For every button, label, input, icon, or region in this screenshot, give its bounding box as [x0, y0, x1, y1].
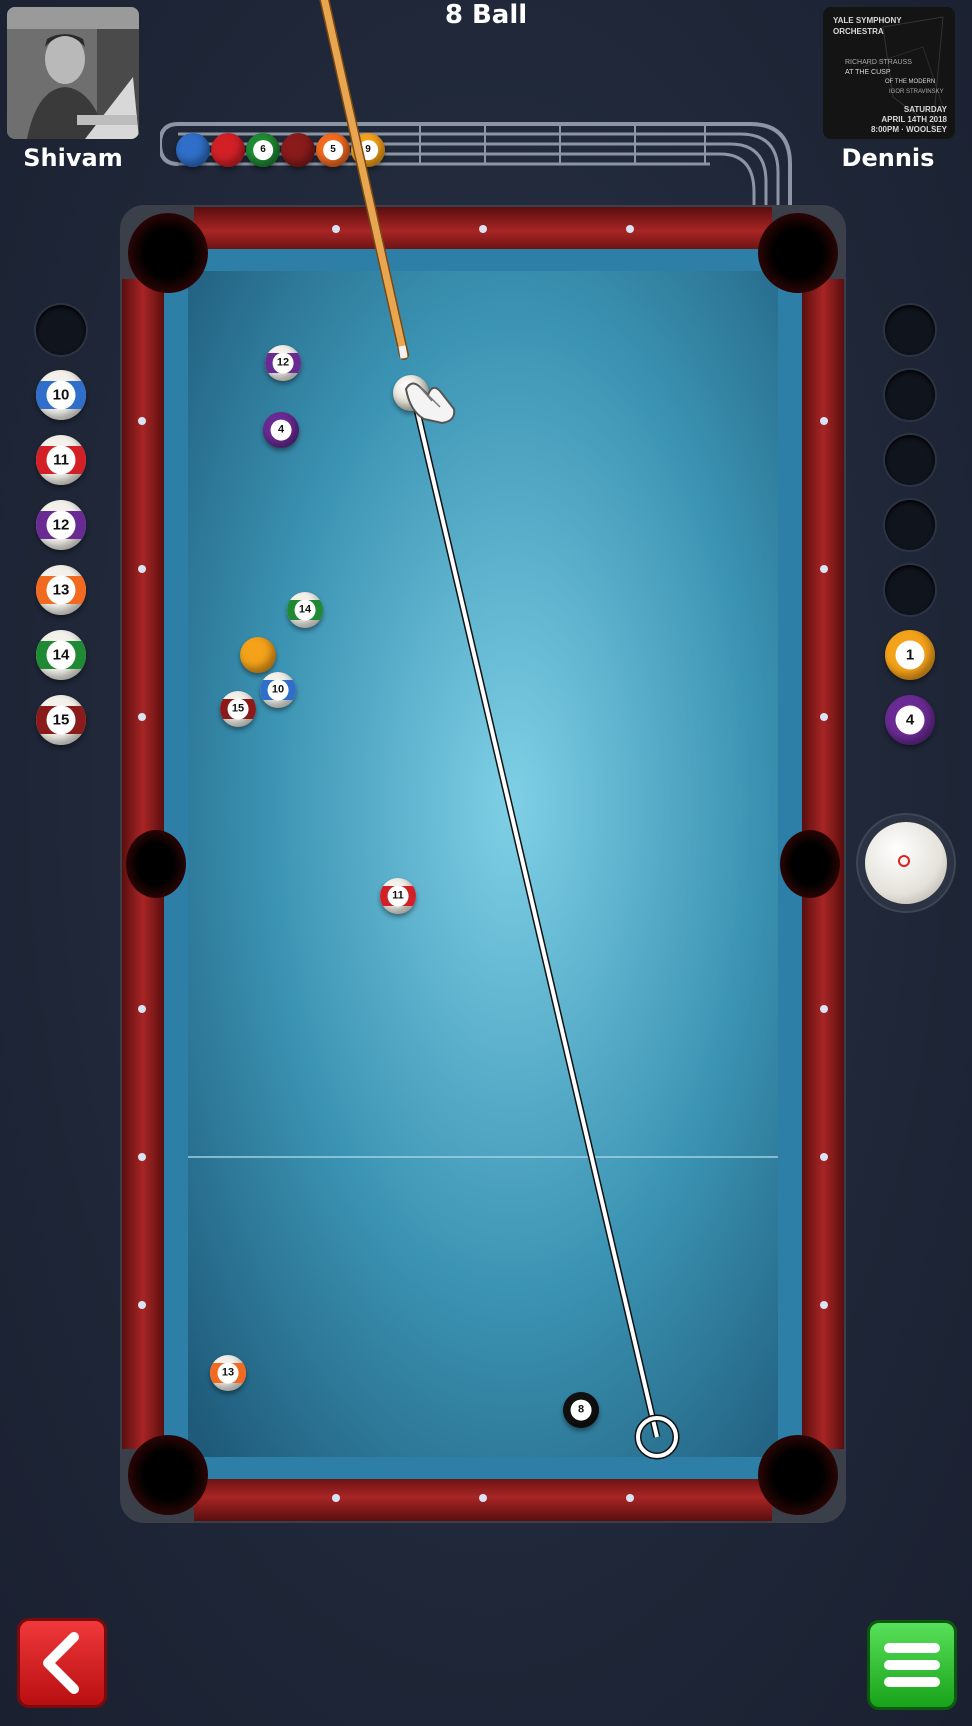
ball-number: 10	[46, 380, 76, 410]
left-ball-slot: 15	[36, 695, 86, 745]
poster-title: YALE SYMPHONY ORCHESTRA	[833, 16, 902, 36]
table-ball: 4	[263, 412, 299, 448]
left-ball-slot: 10	[36, 370, 86, 420]
table-ball: 13	[210, 1355, 246, 1391]
left-ball-slot: 12	[36, 500, 86, 550]
left-ball-slot: 14	[36, 630, 86, 680]
back-button[interactable]	[17, 1618, 107, 1708]
table-ball: 8	[563, 1392, 599, 1428]
left-ball-slot: 11	[36, 435, 86, 485]
ball-number: 11	[46, 445, 76, 475]
table-ball	[240, 637, 276, 673]
right-ball-slot: 4	[885, 695, 935, 745]
poster-date: SATURDAY APRIL 14TH 2018 8:00PM · WOOLSE…	[870, 105, 947, 134]
player-name-right: Dennis	[841, 144, 935, 172]
player-avatar-left	[7, 7, 139, 139]
potted-ball: 6	[246, 133, 280, 167]
poster-line: AT THE CUSP	[845, 69, 891, 76]
cue-stick[interactable]	[300, 0, 420, 370]
right-ball-slot-empty	[885, 370, 935, 420]
ball-number: 1	[895, 640, 925, 670]
move-hand-icon[interactable]	[402, 375, 458, 425]
right-ball-slot-empty	[885, 500, 935, 550]
menu-button[interactable]	[867, 1620, 957, 1710]
table-ball: 10	[260, 672, 296, 708]
avatar-photo	[7, 7, 139, 139]
potted-ball	[211, 133, 245, 167]
player-name-left: Shivam	[23, 144, 123, 172]
left-ball-slot-empty	[36, 305, 86, 355]
poster-line: OF THE MODERN	[885, 79, 936, 85]
ball-number: 14	[294, 599, 316, 621]
ball-number: 13	[217, 1362, 239, 1384]
right-ball-slot: 1	[885, 630, 935, 680]
spin-target-icon	[898, 855, 910, 867]
hamburger-menu-icon	[884, 1643, 940, 1687]
ball-number: 13	[46, 575, 76, 605]
ball-number: 8	[570, 1399, 592, 1421]
ball-number: 4	[895, 705, 925, 735]
poster-line: IGOR STRAVINSKY	[889, 89, 944, 95]
ball-number: 12	[46, 510, 76, 540]
player-avatar-right: YALE SYMPHONY ORCHESTRA RICHARD STRAUSS …	[823, 7, 955, 139]
pool-table	[120, 205, 846, 1523]
chevron-left-icon	[43, 1632, 79, 1694]
ball-number: 15	[227, 698, 249, 720]
table-ball: 11	[380, 878, 416, 914]
ball-number: 15	[46, 705, 76, 735]
poster-line: RICHARD STRAUSS	[845, 59, 912, 66]
ball-number: 10	[267, 679, 289, 701]
potted-ball	[176, 133, 210, 167]
right-ball-slot-empty	[885, 565, 935, 615]
table-ball: 14	[287, 592, 323, 628]
ball-number: 4	[270, 419, 292, 441]
ball-number: 6	[253, 140, 273, 160]
table-ball: 12	[265, 345, 301, 381]
spin-selector[interactable]	[858, 815, 954, 911]
right-ball-slot-empty	[885, 305, 935, 355]
ball-number: 12	[272, 352, 294, 374]
ball-number: 14	[46, 640, 76, 670]
ball-number: 11	[387, 885, 409, 907]
table-ball: 15	[220, 691, 256, 727]
left-ball-slot: 13	[36, 565, 86, 615]
right-ball-slot-empty	[885, 435, 935, 485]
